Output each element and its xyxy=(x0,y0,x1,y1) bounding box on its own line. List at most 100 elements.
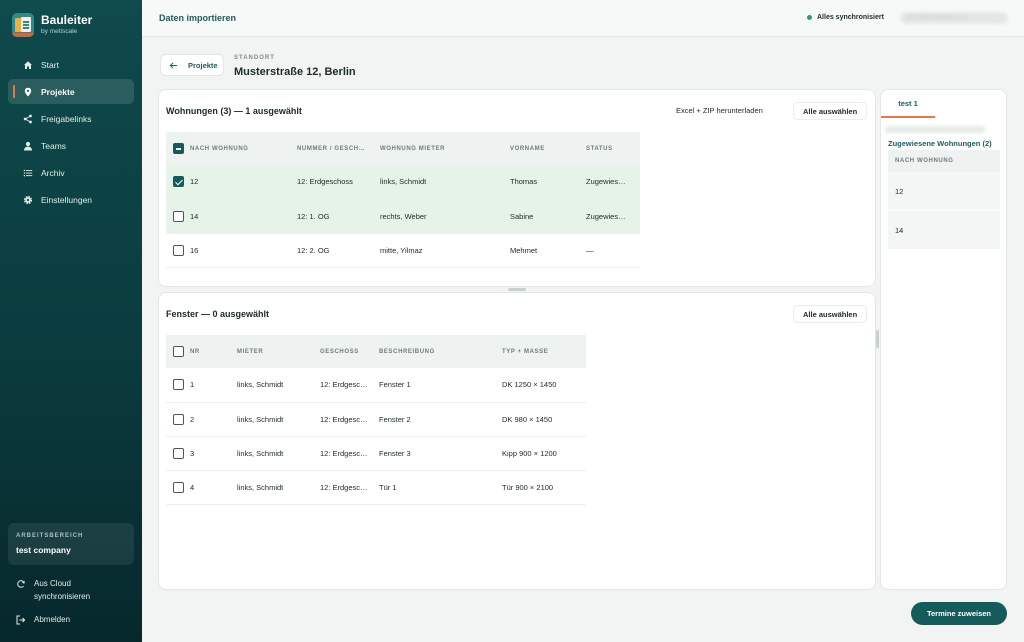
status-dot-icon xyxy=(807,15,812,20)
workspace-name: test company xyxy=(16,545,71,555)
fenster-card: Fenster — 0 ausgewählt Alle auswählen NR… xyxy=(158,292,876,590)
nav-label: Projekte xyxy=(41,86,75,97)
nav-item-teams[interactable]: Teams xyxy=(8,133,134,158)
cell-geschoss: 12: Erdgesc… xyxy=(320,368,379,403)
cell-nr: 2 xyxy=(190,402,237,437)
column-header: NACH WOHNUNG xyxy=(190,132,297,165)
table-row[interactable]: 3 links, Schmidt 12: Erdgesc… Fenster 3 … xyxy=(166,436,586,471)
share-icon xyxy=(23,114,33,124)
cell-beschreibung: Tür 1 xyxy=(379,470,502,505)
cloud-sync-button[interactable]: Aus Cloud synchronisieren xyxy=(16,577,90,603)
assignment-panel: test 1 Zugewiesene Wohnungen (2) NACH WO… xyxy=(880,89,1007,590)
cloud-sync-label-1: Aus Cloud xyxy=(34,579,71,588)
cell-status: — xyxy=(586,233,640,268)
row-checkbox[interactable] xyxy=(173,447,184,459)
sync-status-text: Alles synchronisiert xyxy=(817,14,884,21)
cell-mieter: links, Schmidt xyxy=(380,165,510,200)
logout-button[interactable]: Abmelden xyxy=(16,613,70,626)
cell-vorname: Mehmet xyxy=(510,233,586,268)
cell-beschreibung: Fenster 1 xyxy=(379,368,502,403)
page-title: Daten importieren xyxy=(159,13,237,23)
main-nav: Start Projekte Freigabelinks Teams Archi… xyxy=(8,52,134,214)
cell-nummer: 12: 2. OG xyxy=(297,233,380,268)
list-item[interactable]: 12 xyxy=(888,172,1000,211)
row-checkbox[interactable] xyxy=(173,210,184,222)
cell-geschoss: 12: Erdgesc… xyxy=(320,470,379,505)
cell-geschoss: 12: Erdgesc… xyxy=(320,402,379,437)
column-header: GESCHOSS xyxy=(320,335,379,368)
column-header: MIETER xyxy=(237,335,320,368)
person-icon xyxy=(23,141,33,151)
export-excel-zip-button[interactable]: Excel + ZIP herunterladen xyxy=(667,102,772,120)
cell-beschreibung: Fenster 3 xyxy=(379,436,502,471)
select-all-wohnungen-button[interactable]: Alle auswählen xyxy=(793,102,868,120)
cell-typ: Kipp 900 × 1200 xyxy=(502,436,586,471)
column-header: NR xyxy=(190,335,237,368)
table-row[interactable]: 14 12: 1. OG rechts, Weber Sabine Zugewi… xyxy=(166,199,640,234)
cloud-sync-label-2: synchronisieren xyxy=(34,592,91,601)
logout-icon xyxy=(16,615,26,625)
location-title: Musterstraße 12, Berlin xyxy=(234,66,356,78)
blurred-detail xyxy=(885,126,985,133)
wohnungen-title: Wohnungen (3) — 1 ausgewählt xyxy=(166,106,302,116)
logout-label: Abmelden xyxy=(34,615,71,624)
cell-mieter: links, Schmidt xyxy=(237,436,320,471)
vertical-resize-handle[interactable] xyxy=(876,330,879,348)
nav-item-archiv[interactable]: Archiv xyxy=(8,160,134,185)
cell-mieter: mitte, Yilmaz xyxy=(380,233,510,268)
assign-appointments-button[interactable]: Termine zuweisen xyxy=(911,602,1007,625)
brand-name: Bauleiter xyxy=(41,12,93,27)
home-icon xyxy=(23,60,33,70)
sidebar: Bauleiter by metiscale Start Projekte Fr… xyxy=(0,0,142,642)
column-header: BESCHREIBUNG xyxy=(379,335,502,368)
column-header: WOHNUNG MIETER xyxy=(380,132,510,165)
wohnungen-table: NACH WOHNUNG NUMMER / GESCH… WOHNUNG MIE… xyxy=(166,132,640,268)
tab-test-1[interactable]: test 1 xyxy=(881,90,935,118)
cell-vorname: Thomas xyxy=(510,165,586,200)
table-row[interactable]: 1 links, Schmidt 12: Erdgesc… Fenster 1 … xyxy=(166,368,586,403)
cell-mieter: links, Schmidt xyxy=(237,368,320,403)
select-all-fenster-button[interactable]: Alle auswählen xyxy=(793,305,868,323)
wohnungen-card: Wohnungen (3) — 1 ausgewählt Excel + ZIP… xyxy=(158,89,876,287)
table-row[interactable]: 12 12: Erdgeschoss links, Schmidt Thomas… xyxy=(166,165,640,200)
cell-nr: 12 xyxy=(190,165,297,200)
user-account-menu[interactable]: user@example.com xyxy=(900,12,1008,24)
location-label: STANDORT xyxy=(234,55,275,61)
nav-item-freigabelinks[interactable]: Freigabelinks xyxy=(8,106,134,131)
nav-item-projekte[interactable]: Projekte xyxy=(8,79,134,104)
nav-label: Teams xyxy=(41,140,67,151)
cell-beschreibung: Fenster 2 xyxy=(379,402,502,437)
nav-item-start[interactable]: Start xyxy=(8,52,134,77)
row-checkbox[interactable] xyxy=(173,176,184,188)
list-icon xyxy=(23,168,33,178)
cell-status: Zugewies… xyxy=(586,199,640,234)
column-header: TYP + MASSE xyxy=(502,335,586,368)
workspace-label: ARBEITSBEREICH xyxy=(16,533,84,539)
table-row[interactable]: 4 links, Schmidt 12: Erdgesc… Tür 1 Tür … xyxy=(166,470,586,505)
brand: Bauleiter by metiscale xyxy=(12,13,92,37)
row-checkbox[interactable] xyxy=(173,413,184,425)
back-to-projects-button[interactable]: Projekte xyxy=(160,54,224,76)
table-header-row: NR MIETER GESCHOSS BESCHREIBUNG TYP + MA… xyxy=(166,335,586,368)
cell-typ: DK 1250 × 1450 xyxy=(502,368,586,403)
horizontal-resize-handle[interactable] xyxy=(508,288,526,291)
nav-item-einstellungen[interactable]: Einstellungen xyxy=(8,187,134,212)
cell-status: Zugewies… xyxy=(586,165,640,200)
cell-nr: 14 xyxy=(190,199,297,234)
list-item[interactable]: 14 xyxy=(888,211,1000,250)
table-row[interactable]: 2 links, Schmidt 12: Erdgesc… Fenster 2 … xyxy=(166,402,586,437)
table-row[interactable]: 16 12: 2. OG mitte, Yilmaz Mehmet — xyxy=(166,233,640,268)
row-checkbox[interactable] xyxy=(173,379,184,391)
nav-label: Einstellungen xyxy=(41,194,93,205)
select-all-checkbox[interactable] xyxy=(173,346,184,357)
column-header: NACH WOHNUNG xyxy=(888,150,1000,172)
workspace-card[interactable]: ARBEITSBEREICH test company xyxy=(8,523,134,565)
row-checkbox[interactable] xyxy=(173,481,184,493)
row-checkbox[interactable] xyxy=(173,244,184,256)
cell-typ: DK 980 × 1450 xyxy=(502,402,586,437)
cell-nr: 16 xyxy=(190,233,297,268)
cell-nummer: 12: Erdgeschoss xyxy=(297,165,380,200)
cell-nr: 3 xyxy=(190,436,237,471)
sync-status: Alles synchronisiert xyxy=(807,14,884,21)
select-all-checkbox[interactable] xyxy=(173,143,184,154)
